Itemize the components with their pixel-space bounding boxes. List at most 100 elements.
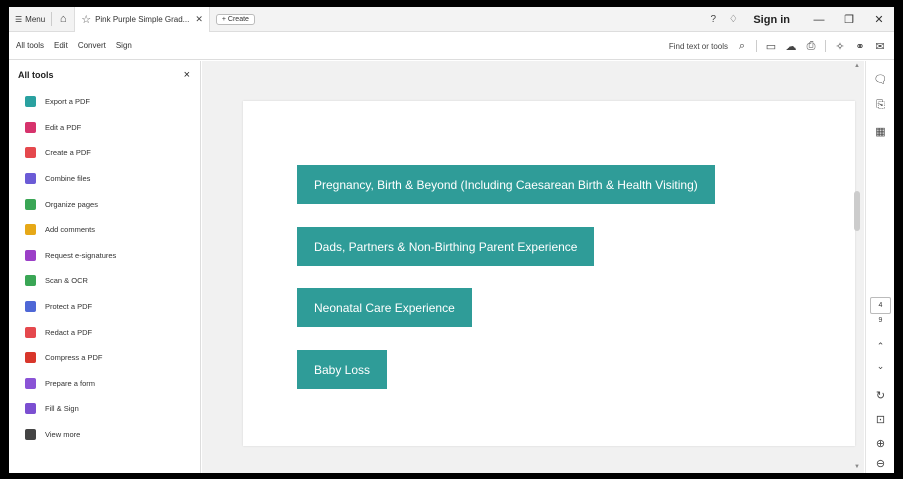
zoom-in-icon[interactable]: ⊕ — [866, 437, 894, 450]
tool-item[interactable]: Create a PDF — [9, 140, 200, 166]
acrobat-window: ☰ Menu ⌂ ☆ Pink Purple Simple Grad... ✕ … — [9, 7, 894, 473]
current-page-field[interactable]: 4 — [870, 297, 891, 314]
tool-icon — [25, 224, 36, 236]
main-toolbar: All tools Edit Convert Sign Find text or… — [9, 32, 894, 60]
divider — [825, 40, 826, 52]
tool-icon — [25, 326, 36, 338]
tool-item[interactable]: Redact a PDF — [9, 319, 200, 345]
document-tab[interactable]: ☆ Pink Purple Simple Grad... ✕ — [74, 7, 210, 32]
toolbar-right: Find text or tools ⌕ ▭ ☁ ⎙ ✧ ⚭ ✉ — [669, 32, 890, 60]
tool-item[interactable]: Organize pages — [9, 191, 200, 217]
tool-icon — [25, 403, 36, 415]
comment-icon[interactable]: 🗨 — [866, 73, 894, 86]
create-button[interactable]: + Create — [215, 13, 255, 25]
print-icon[interactable]: ⎙ — [801, 40, 821, 53]
tool-list: Export a PDF Edit a PDF Create a PDF Combin… — [9, 89, 200, 447]
menu-edit[interactable]: Edit — [54, 41, 68, 50]
neonatal-care-button[interactable]: Neonatal Care Experience — [297, 288, 472, 327]
tool-item[interactable]: Protect a PDF — [9, 294, 200, 320]
tool-item[interactable]: Export a PDF — [9, 89, 200, 115]
ai-assistant-icon[interactable]: ✧ — [830, 40, 850, 53]
tool-item[interactable]: Compress a PDF — [9, 345, 200, 371]
tool-item-label: Protect a PDF — [45, 302, 93, 312]
next-page-icon[interactable]: ⌄ — [866, 361, 894, 372]
search-icon[interactable]: ⌕ — [732, 40, 752, 53]
tool-item-label: Fill & Sign — [45, 404, 79, 414]
tab-title: Pink Purple Simple Grad... — [95, 14, 190, 24]
tool-item[interactable]: Scan & OCR — [9, 268, 200, 294]
bookmark-icon[interactable]: ⎘ — [866, 99, 894, 112]
tool-item-label: Export a PDF — [45, 97, 91, 107]
tool-item[interactable]: Fill & Sign — [9, 396, 200, 422]
close-tab-icon[interactable]: ✕ — [195, 14, 203, 25]
previous-page-icon[interactable]: ⌃ — [866, 341, 894, 352]
plus-icon: + — [221, 15, 226, 23]
menu-all-tools[interactable]: All tools — [16, 41, 44, 50]
help-icon[interactable]: ? — [703, 14, 723, 25]
restore-icon[interactable]: ❐ — [834, 13, 864, 26]
pregnancy-birth-button[interactable]: Pregnancy, Birth & Beyond (Including Cae… — [297, 165, 715, 204]
tool-icon — [25, 275, 36, 287]
tool-item-label: Compress a PDF — [45, 353, 103, 363]
sign-in-button[interactable]: Sign in — [753, 14, 790, 26]
panel-title: All tools — [18, 70, 54, 80]
tool-item-label: Scan & OCR — [45, 276, 88, 286]
tool-icon — [25, 96, 36, 108]
document-viewport[interactable]: Pregnancy, Birth & Beyond (Including Cae… — [202, 61, 864, 473]
email-icon[interactable]: ✉ — [870, 40, 890, 53]
tool-icon — [25, 249, 36, 261]
scroll-up-icon[interactable]: ▲ — [854, 63, 860, 69]
home-icon[interactable]: ⌂ — [52, 13, 74, 25]
pdf-page: Pregnancy, Birth & Beyond (Including Cae… — [243, 101, 855, 446]
fit-page-icon[interactable]: ⊡ — [866, 413, 894, 426]
menu-convert[interactable]: Convert — [78, 41, 106, 50]
close-window-icon[interactable]: ✕ — [864, 13, 894, 26]
menu-label: Menu — [25, 14, 46, 24]
tool-item-label: Request e-signatures — [45, 250, 117, 260]
close-panel-icon[interactable]: × — [184, 69, 190, 81]
zoom-out-icon[interactable]: ⊖ — [866, 457, 894, 470]
menu-sign[interactable]: Sign — [116, 41, 132, 50]
hamburger-icon: ☰ — [15, 14, 23, 24]
tool-item-label: View more — [45, 430, 81, 440]
create-label: Create — [227, 15, 249, 23]
tool-item-label: Organize pages — [45, 199, 98, 209]
tool-item-label: Create a PDF — [45, 148, 91, 158]
baby-loss-button[interactable]: Baby Loss — [297, 350, 388, 389]
tool-icon — [25, 173, 36, 185]
find-text-label[interactable]: Find text or tools — [669, 42, 728, 51]
notifications-icon[interactable]: ♢ — [723, 14, 743, 25]
tool-item[interactable]: Add comments — [9, 217, 200, 243]
all-tools-panel: All tools × Export a PDF Edit a PDF Create… — [9, 61, 201, 473]
scroll-down-icon[interactable]: ▼ — [854, 464, 860, 470]
view-mode-icon[interactable]: ▭ — [761, 40, 781, 53]
tool-icon — [25, 121, 36, 133]
menu-button[interactable]: ☰ Menu — [9, 7, 51, 31]
star-icon[interactable]: ☆ — [81, 13, 91, 26]
tool-item[interactable]: Edit a PDF — [9, 115, 200, 141]
tool-item-label: Redact a PDF — [45, 327, 93, 337]
link-icon[interactable]: ⚭ — [850, 40, 870, 53]
tool-item-label: Combine files — [45, 174, 91, 184]
dads-partners-button[interactable]: Dads, Partners & Non-Birthing Parent Exp… — [297, 227, 595, 266]
tool-item-label: Edit a PDF — [45, 122, 82, 132]
tool-item[interactable]: Prepare a form — [9, 371, 200, 397]
rotate-icon[interactable]: ↻ — [866, 389, 894, 402]
panel-header: All tools × — [9, 61, 200, 89]
tool-icon — [25, 301, 36, 313]
right-rail: 🗨 ⎘ ▦ 4 9 ⌃ ⌄ ↻ ⊡ ⊕ ⊖ — [865, 61, 894, 473]
tool-item[interactable]: Combine files — [9, 166, 200, 192]
vertical-scrollbar[interactable] — [854, 191, 860, 231]
minimize-icon[interactable]: — — [804, 14, 834, 26]
thumbnails-icon[interactable]: ▦ — [866, 125, 894, 138]
upload-cloud-icon[interactable]: ☁ — [781, 40, 801, 53]
tool-icon — [25, 377, 36, 389]
tool-icon — [25, 147, 36, 159]
tool-item[interactable]: View more — [9, 422, 200, 448]
tool-item-label: Prepare a form — [45, 378, 96, 388]
tool-icon — [25, 198, 36, 210]
title-bar-right: ? ♢ Sign in — ❐ ✕ — [703, 7, 894, 32]
title-bar: ☰ Menu ⌂ ☆ Pink Purple Simple Grad... ✕ … — [9, 7, 894, 32]
tool-icon — [25, 429, 36, 441]
tool-item[interactable]: Request e-signatures — [9, 243, 200, 269]
